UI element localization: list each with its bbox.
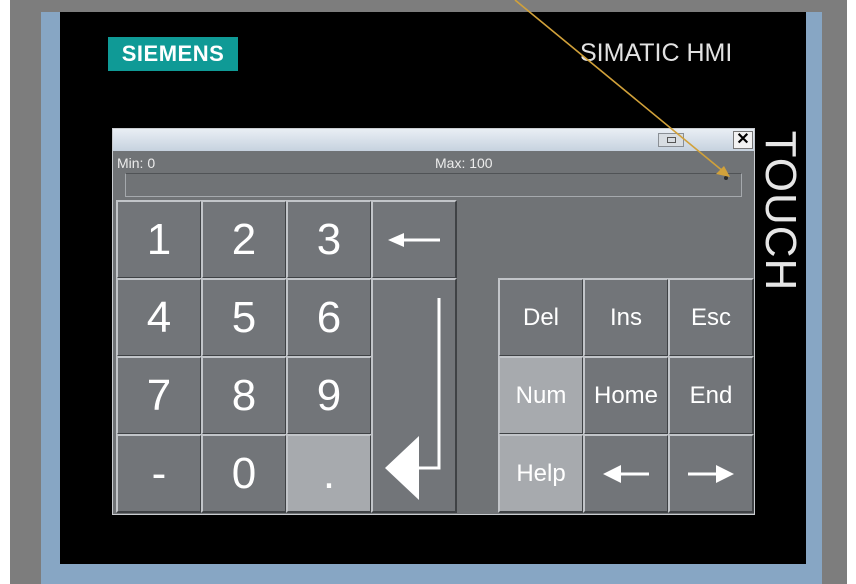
numeric-input-dialog: ✕ Min: 0 Max: 100 1 2 3 4 5 6 7 8 9 - 0 … <box>112 128 755 515</box>
enter-button[interactable] <box>371 278 457 513</box>
home-button[interactable]: Home <box>583 356 669 435</box>
key-2[interactable]: 2 <box>201 200 287 279</box>
backspace-button[interactable] <box>371 200 457 279</box>
key-minus[interactable]: - <box>116 434 202 513</box>
right-arrow-icon <box>688 464 734 483</box>
key-5[interactable]: 5 <box>201 278 287 357</box>
key-7[interactable]: 7 <box>116 356 202 435</box>
key-9[interactable]: 9 <box>286 356 372 435</box>
del-button[interactable]: Del <box>498 278 584 357</box>
keyboard-toggle-icon[interactable] <box>658 133 684 147</box>
key-3[interactable]: 3 <box>286 200 372 279</box>
ins-button[interactable]: Ins <box>583 278 669 357</box>
end-button[interactable]: End <box>668 356 754 435</box>
key-8[interactable]: 8 <box>201 356 287 435</box>
touch-label: TOUCH <box>756 130 805 292</box>
key-decimal-point[interactable]: . <box>286 434 372 513</box>
cursor-left-button[interactable] <box>583 434 669 513</box>
key-6[interactable]: 6 <box>286 278 372 357</box>
close-button[interactable]: ✕ <box>733 131 753 149</box>
product-name: SIMATIC HMI <box>580 39 733 67</box>
enter-arrow-icon <box>385 298 441 500</box>
min-label: Min: 0 <box>117 155 156 171</box>
key-0[interactable]: 0 <box>201 434 287 513</box>
key-1[interactable]: 1 <box>116 200 202 279</box>
text-cursor-icon <box>724 176 728 180</box>
num-button[interactable]: Num <box>498 356 584 435</box>
key-4[interactable]: 4 <box>116 278 202 357</box>
value-input-field[interactable] <box>125 173 742 197</box>
left-arrow-icon <box>603 464 649 483</box>
brand-logo: SIEMENS <box>108 37 238 71</box>
esc-button[interactable]: Esc <box>668 278 754 357</box>
max-label: Max: 100 <box>435 155 493 171</box>
left-arrow-icon <box>388 232 440 247</box>
help-button[interactable]: Help <box>498 434 584 513</box>
cursor-right-button[interactable] <box>668 434 754 513</box>
